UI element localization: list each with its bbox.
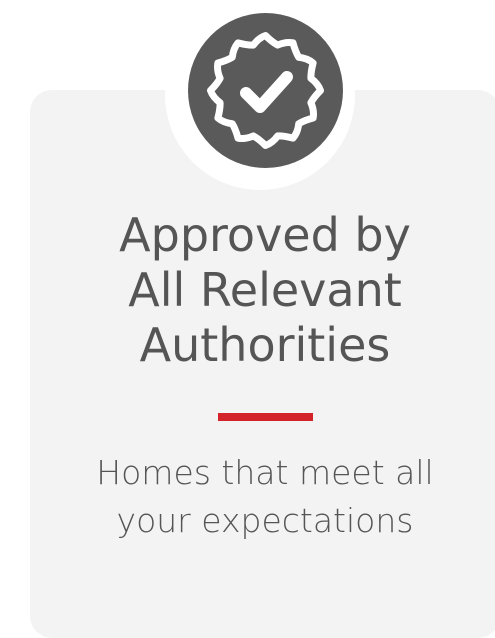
title-line-1: Approved by (119, 208, 411, 262)
title-line-3: Authorities (139, 318, 391, 372)
card-subtitle: Homes that meet all your expectations (30, 449, 495, 545)
card-title: Approved by All Relevant Authorities (30, 208, 495, 373)
subtitle-line-2: your expectations (116, 501, 414, 540)
badge-circle (188, 13, 343, 168)
verified-badge-check-icon (207, 32, 324, 149)
title-line-2: All Relevant (128, 263, 402, 317)
accent-divider (218, 413, 313, 421)
subtitle-line-1: Homes that meet all (96, 453, 434, 492)
